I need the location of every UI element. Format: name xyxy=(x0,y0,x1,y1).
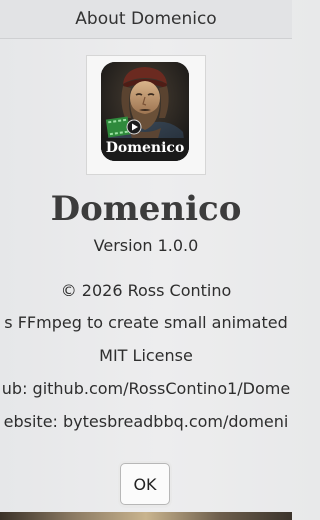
window-title: About Domenico xyxy=(75,9,217,29)
description-text: s FFmpeg to create small animated xyxy=(4,313,288,332)
version-text: Version 1.0.0 xyxy=(93,236,199,255)
ok-button[interactable]: OK xyxy=(120,463,170,505)
window-titlebar[interactable]: About Domenico xyxy=(0,0,292,39)
ok-button-label: OK xyxy=(133,474,157,494)
copyright-text: © 2026 Ross Contino xyxy=(60,281,232,300)
website-link[interactable]: ebsite: bytesbreadbbq.com/domeni xyxy=(0,412,320,431)
app-name: Domenico xyxy=(50,189,242,229)
background-edge xyxy=(0,512,292,520)
license-text: MIT License xyxy=(99,346,193,365)
app-icon: Domenico xyxy=(101,62,189,161)
github-link[interactable]: ub: github.com/RossContino1/Dome xyxy=(0,379,320,398)
app-icon-label: Domenico xyxy=(105,140,185,156)
